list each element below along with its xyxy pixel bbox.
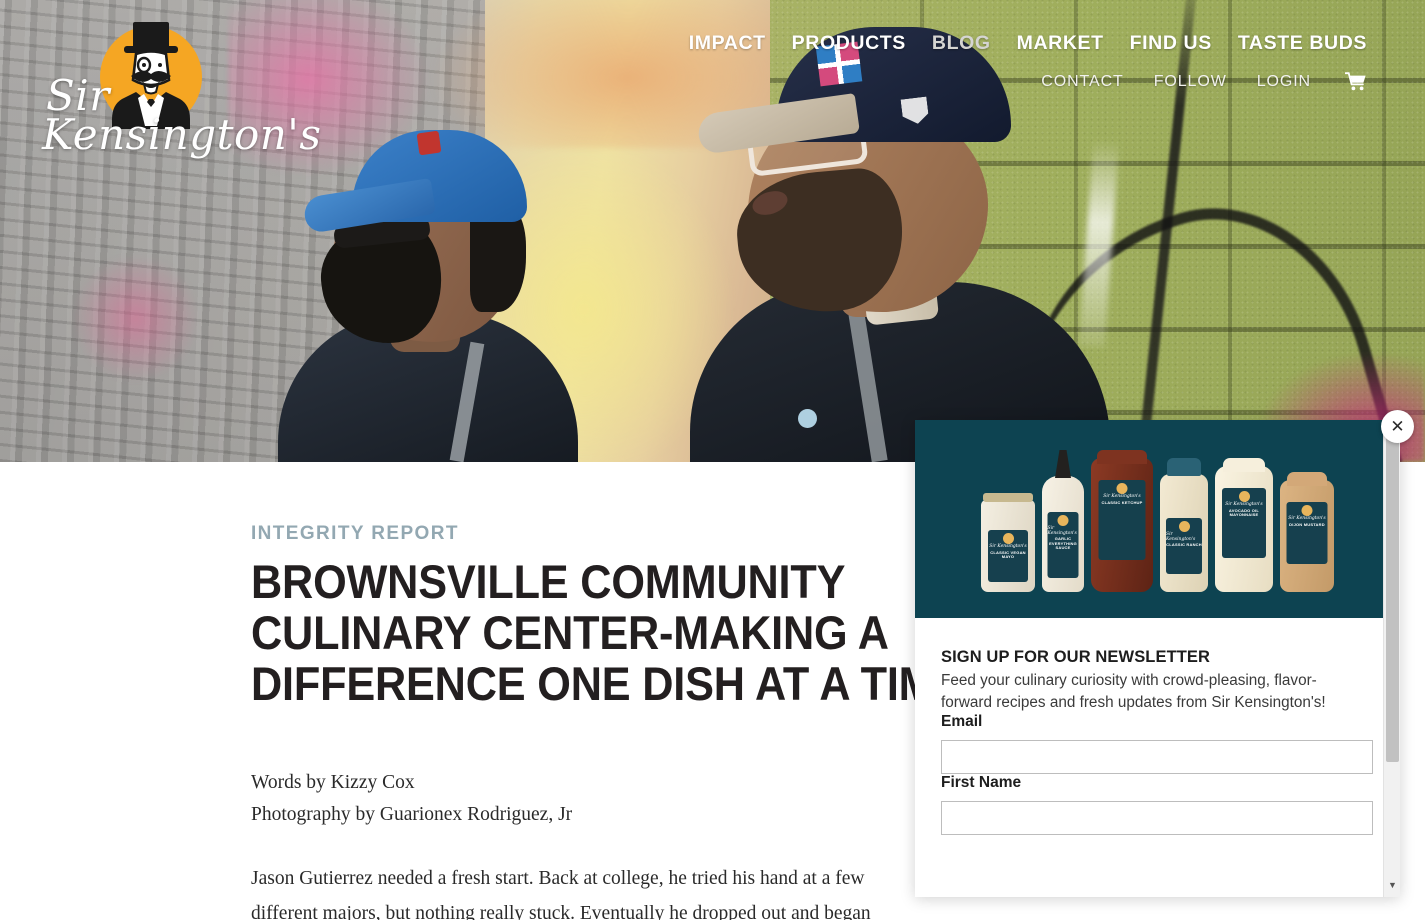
person-right bbox=[690, 27, 1120, 462]
jar-lid bbox=[983, 493, 1033, 502]
brand-crest-icon bbox=[1057, 515, 1069, 526]
popup-description: Feed your culinary curiosity with crowd-… bbox=[941, 672, 1326, 711]
bottle-shoulder bbox=[1223, 458, 1265, 472]
popup-close-button[interactable]: ✕ bbox=[1381, 410, 1414, 443]
product-label: Sir Kensington's AVOCADO OIL MAYONNAISE bbox=[1222, 488, 1266, 558]
bottle-cap bbox=[1167, 458, 1201, 476]
scroll-down-arrow-icon[interactable]: ▼ bbox=[1384, 876, 1400, 893]
primary-navigation: IMPACT PRODUCTS BLOG MARKET FIND US TAST… bbox=[689, 32, 1367, 55]
label-product-name: CLASSIC KETCHUP bbox=[1101, 499, 1143, 505]
popup-scrollbar[interactable]: ▼ bbox=[1383, 420, 1400, 897]
nav-item-products[interactable]: PRODUCTS bbox=[792, 32, 906, 55]
label-brand: Sir Kensington's bbox=[1103, 494, 1141, 499]
label-product-name: AVOCADO OIL MAYONNAISE bbox=[1228, 507, 1260, 518]
logo-word-line2: Kensington's bbox=[42, 110, 322, 160]
product-label: Sir Kensington's CLASSIC RANCH bbox=[1166, 518, 1202, 574]
nav-item-taste-buds[interactable]: TASTE BUDS bbox=[1238, 32, 1367, 55]
shopping-cart-icon bbox=[1345, 72, 1366, 91]
bottle-shoulder bbox=[1097, 450, 1147, 464]
nav-item-find-us[interactable]: FIND US bbox=[1130, 32, 1212, 55]
popup-form-area: SIGN UP FOR OUR NEWSLETTER Feed your cul… bbox=[915, 618, 1400, 845]
nav-item-contact[interactable]: CONTACT bbox=[1041, 73, 1123, 91]
pink-graffiti-blob-lower bbox=[71, 254, 200, 384]
product-classic-ketchup: Sir Kensington's CLASSIC KETCHUP bbox=[1091, 450, 1153, 592]
email-label: Email bbox=[941, 713, 983, 731]
person-left-cap-logo bbox=[416, 130, 442, 156]
nav-item-follow[interactable]: FOLLOW bbox=[1154, 73, 1227, 91]
logo-wordmark: Sir Kensington's bbox=[42, 74, 322, 160]
label-brand: Sir Kensington's bbox=[989, 544, 1027, 549]
product-garlic-everything-sauce: Sir Kensington's GARLIC EVERYTHING SAUCE bbox=[1042, 450, 1084, 592]
article-body-paragraph: Jason Gutierrez needed a fresh start. Ba… bbox=[251, 868, 871, 920]
label-product-name: CLASSIC RANCH bbox=[1166, 542, 1202, 547]
nav-item-blog[interactable]: BLOG bbox=[932, 32, 991, 55]
first-name-input[interactable] bbox=[941, 801, 1373, 836]
email-input[interactable] bbox=[941, 740, 1373, 775]
bottle-nozzle bbox=[1055, 450, 1071, 478]
product-dijon-mustard: Sir Kensington's DIJON MUSTARD bbox=[1280, 472, 1334, 592]
product-classic-vegan-mayo: Sir Kensington's CLASSIC VEGAN MAYO bbox=[981, 493, 1035, 592]
bottle-shoulder bbox=[1287, 472, 1327, 486]
site-logo[interactable]: Sir Kensington's bbox=[42, 18, 322, 178]
brand-crest-icon bbox=[1178, 521, 1190, 532]
newsletter-popup: Sir Kensington's CLASSIC VEGAN MAYO Sir … bbox=[915, 420, 1400, 897]
person-right-lapel-pin bbox=[798, 409, 817, 428]
brand-crest-icon bbox=[1116, 483, 1128, 494]
page-root: BLACK bbox=[0, 0, 1425, 920]
label-brand: Sir Kensington's bbox=[1047, 526, 1077, 536]
nav-item-login[interactable]: LOGIN bbox=[1257, 73, 1311, 91]
page-scrollbar[interactable] bbox=[1416, 0, 1425, 920]
product-lineup: Sir Kensington's CLASSIC VEGAN MAYO Sir … bbox=[981, 450, 1334, 592]
first-name-label: First Name bbox=[941, 774, 1022, 792]
product-label: Sir Kensington's GARLIC EVERYTHING SAUCE bbox=[1047, 512, 1079, 578]
popup-title: SIGN UP FOR OUR NEWSLETTER bbox=[941, 648, 1211, 666]
brand-crest-icon bbox=[1238, 491, 1250, 502]
label-brand: Sir Kensington's bbox=[1225, 502, 1263, 507]
nav-item-impact[interactable]: IMPACT bbox=[689, 32, 766, 55]
product-classic-ranch: Sir Kensington's CLASSIC RANCH bbox=[1160, 458, 1208, 592]
label-product-name: GARLIC EVERYTHING SAUCE bbox=[1049, 536, 1077, 551]
cart-button[interactable] bbox=[1345, 72, 1367, 91]
brand-crest-icon bbox=[1002, 533, 1014, 544]
popup-scrollbar-thumb[interactable] bbox=[1386, 432, 1399, 762]
popup-product-banner: Sir Kensington's CLASSIC VEGAN MAYO Sir … bbox=[915, 420, 1400, 618]
brand-crest-icon bbox=[1301, 505, 1313, 516]
label-product-name: DIJON MUSTARD bbox=[1289, 521, 1325, 527]
label-brand: Sir Kensington's bbox=[1288, 516, 1326, 521]
nav-item-market[interactable]: MARKET bbox=[1017, 32, 1104, 55]
product-avocado-oil-mayonnaise: Sir Kensington's AVOCADO OIL MAYONNAISE bbox=[1215, 458, 1273, 592]
secondary-navigation: CONTACT FOLLOW LOGIN bbox=[1041, 72, 1367, 91]
person-left bbox=[270, 130, 600, 462]
label-brand: Sir Kensington's bbox=[1166, 532, 1196, 542]
hero-banner: BLACK bbox=[0, 0, 1425, 462]
product-label: Sir Kensington's DIJON MUSTARD bbox=[1286, 502, 1328, 564]
label-product-name: CLASSIC VEGAN MAYO bbox=[990, 549, 1026, 560]
product-label: Sir Kensington's CLASSIC VEGAN MAYO bbox=[988, 530, 1028, 582]
product-label: Sir Kensington's CLASSIC KETCHUP bbox=[1098, 480, 1146, 560]
